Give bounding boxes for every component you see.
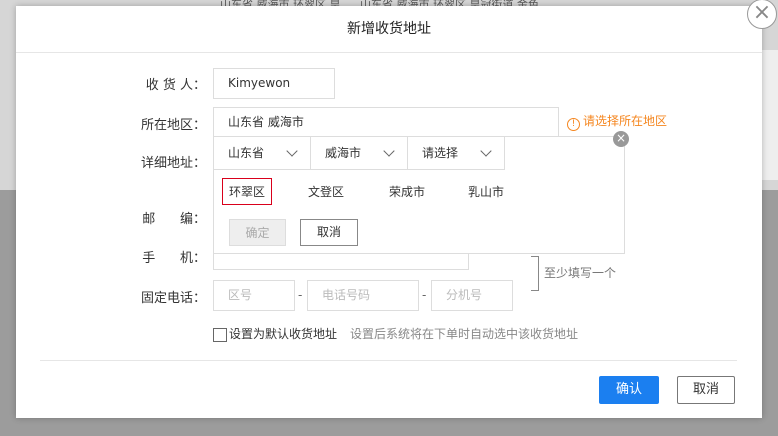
tab-province-label: 山东省 [228,146,265,160]
default-address-note: 设置后系统将在下单时自动选中该收货地址 [350,327,579,341]
postcode-label: 邮 编： [142,212,206,227]
region-picker: 山东省 威海市 请选择 × 环翠区 文登区 荣成市 乳山市 确定 取消 [213,131,629,254]
phone-label: 固定电话： [140,291,206,306]
phone-separator: - [298,288,303,302]
mobile-label: 手 机： [142,251,206,266]
dialog-title: 新增收货地址 [16,6,762,53]
receiver-label: 收 货 人： [145,78,206,93]
extension-separator: - [422,288,427,302]
default-address-checkbox[interactable] [213,328,227,342]
region-warning: ! 请选择所在地区 [567,112,667,131]
dialog-close-icon[interactable]: × [747,0,777,29]
footer-divider [40,360,737,361]
region-cancel-button[interactable]: 取消 [300,219,358,246]
region-warning-text: 请选择所在地区 [583,114,668,128]
chevron-down-icon [383,145,395,157]
tab-city-label: 威海市 [325,146,362,160]
region-option-huancui[interactable]: 环翠区 [222,178,273,205]
area-code-input[interactable]: 区号 [213,280,295,311]
region-option-rongcheng[interactable]: 荣成市 [389,183,425,200]
region-label: 所在地区： [140,118,206,133]
receiver-input[interactable]: Kimyewon [213,68,335,99]
region-picker-tabs: 山东省 威海市 请选择 [214,137,505,170]
region-option-wendeng[interactable]: 文登区 [308,183,344,200]
tab-district-label: 请选择 [422,146,459,160]
tab-district[interactable]: 请选择 [408,137,505,169]
region-picker-close-icon[interactable]: × [613,131,629,147]
chevron-down-icon [480,145,492,157]
address-label: 详细地址： [140,156,206,171]
region-option-rushan[interactable]: 乳山市 [468,183,504,200]
mobile-input[interactable] [213,252,469,270]
warning-icon: ! [567,118,580,131]
tab-province[interactable]: 山东省 [214,137,311,169]
region-select[interactable]: 山东省 威海市 [213,107,559,138]
region-confirm-button[interactable]: 确定 [229,219,286,246]
phone-number-input[interactable]: 电话号码 [307,280,419,311]
hint-text: 至少填写一个 [544,266,617,280]
extension-input[interactable]: 分机号 [431,280,513,311]
hint-bracket [531,256,539,291]
default-address-label[interactable]: 设置为默认收货地址 [229,325,337,342]
add-address-dialog: 新增收货地址 × 收 货 人： Kimyewon 所在地区： 山东省 威海市 !… [16,0,777,418]
chevron-down-icon [286,145,298,157]
cancel-button[interactable]: 取消 [677,376,735,404]
confirm-button[interactable]: 确认 [599,376,659,404]
tab-city[interactable]: 威海市 [311,137,408,169]
